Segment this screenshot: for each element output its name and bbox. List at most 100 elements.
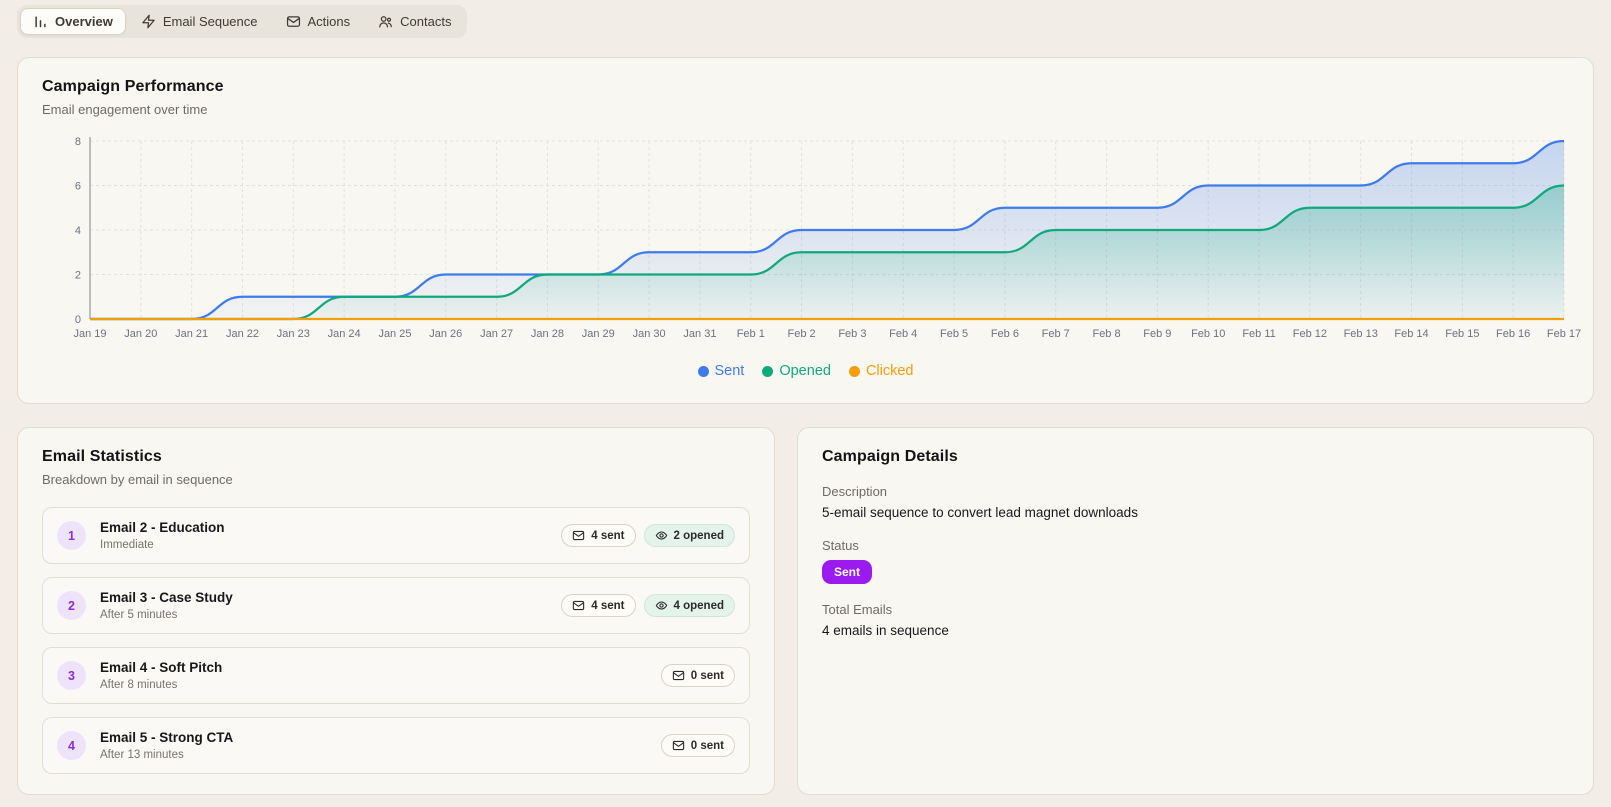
email-text: Email 3 - Case Study After 5 minutes <box>100 590 547 621</box>
svg-text:Feb 15: Feb 15 <box>1445 328 1479 340</box>
mail-icon <box>572 529 585 542</box>
legend-item-sent: Sent <box>697 363 744 379</box>
users-icon <box>378 14 393 29</box>
tab-label: Actions <box>307 14 351 29</box>
sent-badge: 0 sent <box>660 734 735 757</box>
svg-text:Feb 5: Feb 5 <box>940 328 968 340</box>
description-label: Description <box>822 484 888 499</box>
email-timing: After 13 minutes <box>100 749 184 761</box>
svg-text:Feb 13: Feb 13 <box>1344 328 1378 340</box>
stats-title: Email Statistics <box>42 448 162 465</box>
svg-text:Feb 6: Feb 6 <box>991 328 1019 340</box>
badge-label: 0 sent <box>690 739 724 752</box>
details-body: Description 5-email sequence to convert … <box>822 484 1569 638</box>
campaign-details-card: Campaign Details Description 5-email seq… <box>797 427 1594 795</box>
badge-label: 4 sent <box>591 599 625 612</box>
legend-dot <box>848 365 860 377</box>
svg-text:Feb 4: Feb 4 <box>889 328 917 340</box>
badge-label: 0 sent <box>690 669 724 682</box>
total-emails-value: 4 emails in sequence <box>822 623 949 638</box>
email-badges: 4 sent 4 opened <box>561 594 735 617</box>
svg-text:Jan 26: Jan 26 <box>429 328 462 340</box>
performance-title: Campaign Performance <box>42 78 224 95</box>
tab-label: Contacts <box>400 14 452 29</box>
legend-item-clicked: Clicked <box>848 363 914 379</box>
svg-text:6: 6 <box>75 181 81 193</box>
sequence-number-badge: 4 <box>57 731 86 760</box>
svg-text:Feb 14: Feb 14 <box>1394 328 1428 340</box>
svg-text:Jan 25: Jan 25 <box>378 328 411 340</box>
sent-badge: 4 sent <box>561 524 636 547</box>
chart-legend: Sent Opened Clicked <box>42 363 1569 379</box>
page: Overview Email Sequence Actions Contacts Ca… <box>0 0 1611 807</box>
svg-text:0: 0 <box>75 314 81 326</box>
svg-text:Feb 11: Feb 11 <box>1242 328 1275 340</box>
email-item[interactable]: 4 Email 5 - Strong CTA After 13 minutes 0 s… <box>42 717 750 774</box>
legend-dot <box>762 365 774 377</box>
svg-text:Jan 20: Jan 20 <box>124 328 157 340</box>
svg-text:2: 2 <box>75 270 81 282</box>
svg-text:4: 4 <box>75 225 81 237</box>
email-timing: After 8 minutes <box>100 679 178 691</box>
legend-dot <box>697 365 709 377</box>
badge-label: 2 opened <box>673 529 724 542</box>
sequence-number-badge: 1 <box>57 521 86 550</box>
svg-text:Feb 3: Feb 3 <box>838 328 866 340</box>
svg-text:Feb 1: Feb 1 <box>737 328 765 340</box>
svg-text:Feb 8: Feb 8 <box>1092 328 1120 340</box>
tab-bar: Overview Email Sequence Actions Contacts <box>17 5 468 38</box>
email-timing: After 5 minutes <box>100 609 178 621</box>
email-item[interactable]: 3 Email 4 - Soft Pitch After 8 minutes 0 se… <box>42 647 750 704</box>
svg-text:Feb 10: Feb 10 <box>1191 328 1225 340</box>
description-section: Description 5-email sequence to convert … <box>822 484 1569 520</box>
bar-chart-icon <box>33 14 48 29</box>
stats-subtitle: Breakdown by email in sequence <box>42 472 233 487</box>
svg-text:Jan 31: Jan 31 <box>683 328 716 340</box>
svg-text:Jan 28: Jan 28 <box>531 328 564 340</box>
description-value: 5-email sequence to convert lead magnet … <box>822 505 1138 520</box>
mail-icon <box>672 739 685 752</box>
svg-text:Jan 23: Jan 23 <box>277 328 310 340</box>
svg-text:Jan 24: Jan 24 <box>328 328 361 340</box>
status-badge: Sent <box>822 560 873 584</box>
status-label: Status <box>822 538 859 553</box>
tab-label: Email Sequence <box>162 14 258 29</box>
opened-badge: 4 opened <box>643 594 735 617</box>
email-item[interactable]: 2 Email 3 - Case Study After 5 minutes 4 se… <box>42 577 750 634</box>
legend-item-opened: Opened <box>762 363 831 379</box>
sequence-number-badge: 3 <box>57 661 86 690</box>
svg-text:Jan 30: Jan 30 <box>633 328 666 340</box>
email-timing: Immediate <box>100 539 154 551</box>
email-item[interactable]: 1 Email 2 - Education Immediate 4 sent 2 ope… <box>42 507 750 564</box>
email-text: Email 5 - Strong CTA After 13 minutes <box>100 730 647 761</box>
svg-text:Feb 17: Feb 17 <box>1547 328 1581 340</box>
tab-email-sequence[interactable]: Email Sequence <box>128 8 271 35</box>
sent-badge: 4 sent <box>561 594 636 617</box>
chart-svg: 0 2 4 6 8 Jan 19 Jan 20 Jan 21 Jan 22 Jan 23 Jan 2… <box>73 136 1581 340</box>
svg-text:Feb 7: Feb 7 <box>1042 328 1070 340</box>
tab-overview[interactable]: Overview <box>20 8 126 35</box>
svg-text:Jan 22: Jan 22 <box>226 328 259 340</box>
mail-icon <box>672 669 685 682</box>
svg-text:Jan 19: Jan 19 <box>73 328 106 340</box>
email-text: Email 2 - Education Immediate <box>100 520 547 551</box>
eye-icon <box>655 529 668 542</box>
tab-contacts[interactable]: Contacts <box>365 8 464 35</box>
svg-text:Feb 12: Feb 12 <box>1293 328 1327 340</box>
mail-icon <box>286 14 301 29</box>
details-title: Campaign Details <box>822 448 958 465</box>
email-title: Email 3 - Case Study <box>100 590 233 605</box>
total-emails-section: Total Emails 4 emails in sequence <box>822 602 1569 638</box>
zap-icon <box>141 14 156 29</box>
sent-badge: 0 sent <box>660 664 735 687</box>
svg-text:Feb 9: Feb 9 <box>1143 328 1171 340</box>
mail-icon <box>572 599 585 612</box>
tab-actions[interactable]: Actions <box>273 8 364 35</box>
opened-badge: 2 opened <box>643 524 735 547</box>
email-statistics-card: Email Statistics Breakdown by email in s… <box>17 427 775 795</box>
eye-icon <box>655 599 668 612</box>
badge-label: 4 sent <box>591 529 625 542</box>
email-list: 1 Email 2 - Education Immediate 4 sent 2 ope… <box>42 507 750 774</box>
svg-text:8: 8 <box>75 136 81 148</box>
svg-text:Jan 21: Jan 21 <box>175 328 208 340</box>
